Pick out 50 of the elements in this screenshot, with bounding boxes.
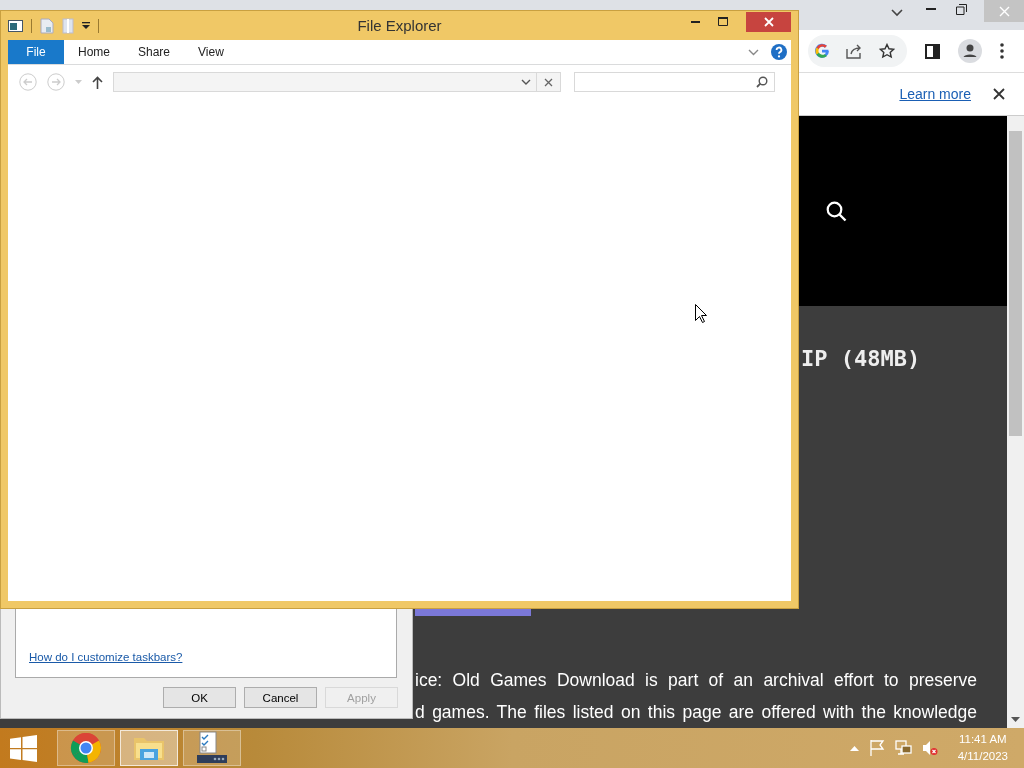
chevron-down-icon[interactable] [521, 79, 531, 85]
search-icon[interactable] [826, 200, 847, 222]
ribbon-tab[interactable]: View [184, 40, 238, 64]
profile-icon[interactable] [958, 39, 982, 63]
network-icon[interactable] [894, 740, 912, 756]
menu-icon[interactable] [1000, 43, 1004, 59]
address-field[interactable] [113, 72, 537, 92]
close-icon [763, 17, 774, 27]
chrome-taskbar-button[interactable] [57, 730, 115, 766]
dialog-button[interactable]: Cancel [244, 687, 317, 708]
ribbon-tab[interactable]: Share [124, 40, 185, 64]
close-icon [998, 5, 1010, 17]
dropdown-icon[interactable] [82, 22, 90, 29]
download-heading: IP (48MB) [801, 345, 922, 373]
star-icon[interactable] [879, 43, 895, 59]
tasks-taskbar-button[interactable] [183, 730, 241, 766]
maximize-icon[interactable] [718, 17, 728, 26]
dialog-button[interactable]: OK [163, 687, 236, 708]
windows-logo-icon[interactable] [10, 734, 37, 762]
chevron-down-icon[interactable] [748, 48, 759, 56]
clear-button[interactable] [537, 72, 561, 92]
ribbon-tab[interactable]: Home [64, 40, 124, 64]
notice-text: d games. The files listed on this page are offered with the knowledge [415, 701, 977, 724]
scroll-down-icon[interactable] [1011, 717, 1020, 722]
search-field[interactable] [574, 72, 775, 92]
up-arrow-icon[interactable] [92, 75, 103, 89]
help-link[interactable]: How do I customize taskbars? [29, 651, 183, 663]
google-icon[interactable] [814, 43, 830, 59]
close-icon [544, 77, 553, 87]
search-icon [756, 76, 768, 88]
scrollbar[interactable] [1007, 116, 1024, 728]
checklist-icon [195, 731, 229, 765]
side-panel-icon[interactable] [925, 43, 940, 59]
restore-icon[interactable] [956, 4, 967, 15]
window-icon[interactable] [8, 19, 23, 32]
mouse-cursor-icon [695, 304, 707, 323]
chevron-down-icon[interactable] [891, 9, 903, 17]
address-bar[interactable] [808, 35, 907, 67]
ribbon-tab[interactable]: File [8, 40, 64, 64]
close-button[interactable] [746, 12, 791, 32]
help-icon[interactable] [771, 44, 787, 60]
share-icon[interactable] [846, 43, 863, 59]
volume-muted-icon[interactable] [921, 740, 938, 756]
scrollbar-thumb[interactable] [1009, 131, 1022, 436]
browser-logo-icon [70, 732, 102, 764]
minimize-icon[interactable] [691, 20, 700, 23]
close-icon[interactable] [993, 88, 1005, 100]
window-title: File Explorer [356, 17, 443, 34]
learn-more-link[interactable]: Learn more [899, 86, 971, 102]
notice-text: ice: Old Games Download is part of an archival effort to preserve [415, 669, 977, 692]
